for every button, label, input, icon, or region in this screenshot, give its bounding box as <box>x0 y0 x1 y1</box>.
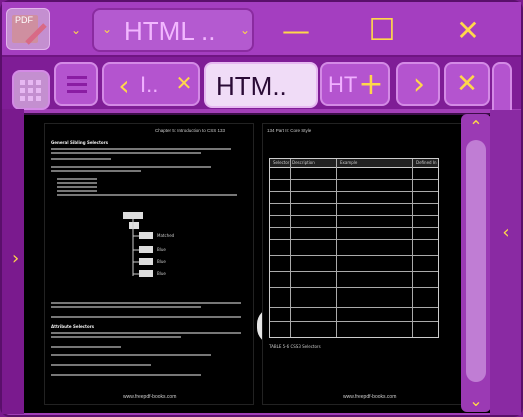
svg-text:Blue: Blue <box>157 259 166 264</box>
table-caption: TABLE 5-6 CSS3 Selectors <box>269 344 321 349</box>
page-footer: www.freepdf-books.com <box>123 394 177 400</box>
tab-previous[interactable]: ‹ I.. ✕ <box>102 62 200 106</box>
tab-title[interactable]: ⌄ HTML .. <box>92 8 254 52</box>
table-header-cell: Example <box>340 160 358 165</box>
page-right: 134 Part II: Core Style Selector Descrip… <box>262 123 462 405</box>
tab-active-label: HTM.. <box>216 71 287 101</box>
scroll-down-icon[interactable]: ⌄ <box>464 390 488 410</box>
tab-next-label: HT <box>328 72 358 97</box>
close-icon: ✕ <box>456 69 478 99</box>
pen-icon <box>25 23 47 45</box>
document-viewer[interactable]: Chapter 5: Introduction to CSS 133 Gener… <box>24 113 490 413</box>
scroll-tabs-right-button[interactable]: › <box>396 62 440 106</box>
chevron-down-icon[interactable]: ⌄ <box>235 10 255 50</box>
page-header: 134 Part II: Core Style <box>267 128 312 133</box>
table-header-cell: Defined In <box>416 160 437 165</box>
selectors-table: Selector Description Example Defined In <box>269 158 439 338</box>
dom-tree-diagram: Matched Blue Blue Blue <box>123 212 175 277</box>
add-tab-button[interactable]: + <box>356 66 386 102</box>
expand-left-icon[interactable]: › <box>12 248 19 269</box>
maximize-button[interactable]: ☐ <box>354 8 410 52</box>
hamburger-icon <box>67 76 87 93</box>
tab-active[interactable]: HTM.. <box>204 62 318 108</box>
section-heading: General Sibling Selectors <box>51 140 109 145</box>
svg-text:Blue: Blue <box>157 247 166 252</box>
chevron-left-icon[interactable]: ‹ <box>494 220 518 244</box>
table-header-cell: Description <box>292 160 315 165</box>
close-tab-button[interactable]: ✕ <box>444 62 490 106</box>
app-logo: PDF <box>6 8 50 50</box>
tab-next[interactable]: HT + <box>320 62 390 106</box>
right-panel <box>490 110 521 415</box>
chevron-left-icon[interactable]: ‹ <box>110 68 138 102</box>
page-left: Chapter 5: Introduction to CSS 133 Gener… <box>44 123 254 405</box>
page-footer: www.freepdf-books.com <box>343 394 397 400</box>
close-tab-icon[interactable]: ✕ <box>172 68 196 98</box>
menu-button[interactable] <box>54 62 98 106</box>
grid-button[interactable] <box>12 70 50 110</box>
tab-title-label: HTML .. <box>124 16 216 46</box>
table-header-cell: Selector <box>273 160 290 165</box>
page-scroll-thumb[interactable] <box>466 140 486 382</box>
svg-text:Matched: Matched <box>157 233 175 238</box>
grid-icon <box>20 80 41 101</box>
page-header: Chapter 5: Introduction to CSS 133 <box>155 128 226 133</box>
scroll-up-icon[interactable]: ⌃ <box>464 116 488 136</box>
svg-text:Blue: Blue <box>157 271 166 276</box>
tab-previous-label: I.. <box>140 72 159 97</box>
section-heading: Attribute Selectors <box>51 324 95 329</box>
chevron-down-icon[interactable]: ⌄ <box>66 10 86 50</box>
chevron-right-icon: › <box>413 66 425 102</box>
close-button[interactable]: ✕ <box>440 8 496 52</box>
chevron-down-icon: ⌄ <box>102 22 113 36</box>
minimize-button[interactable]: — <box>268 8 324 52</box>
